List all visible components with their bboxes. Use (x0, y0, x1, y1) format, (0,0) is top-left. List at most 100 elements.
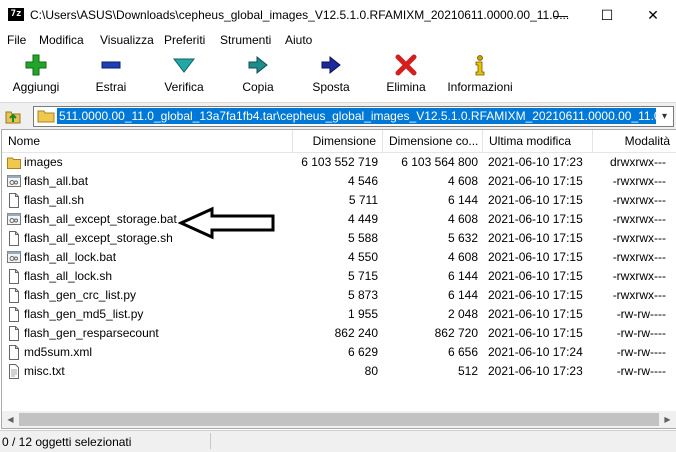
column-packed-size[interactable]: Dimensione co... (383, 130, 483, 152)
file-icon (9, 193, 19, 208)
move-label: Sposta (312, 80, 350, 94)
file-attributes: -rw-rw---- (616, 345, 666, 359)
table-row[interactable]: flash_all_lock.sh 5 715 6 144 2021-06-10 17… (2, 267, 666, 286)
horizontal-scrollbar[interactable]: ◀ ▶ (2, 411, 676, 428)
file-modified: 2021-06-10 17:23 (488, 155, 583, 169)
file-packed-size: 4 608 (447, 212, 478, 226)
file-packed-size: 6 144 (447, 193, 478, 207)
table-row[interactable]: flash_all.sh 5 711 6 144 2021-06-10 17:15 -r… (2, 191, 666, 210)
scroll-right-icon[interactable]: ▶ (659, 411, 676, 428)
file-name: md5sum.xml (24, 345, 93, 359)
file-packed-size: 5 632 (447, 231, 478, 245)
test-label: Verifica (164, 80, 204, 94)
menu-strumenti[interactable]: Strumenti (220, 33, 271, 47)
menu-preferiti[interactable]: Preferiti (164, 33, 205, 47)
copy-button[interactable]: Copia (225, 54, 291, 94)
path-dropdown-button[interactable]: ▾ (656, 106, 674, 127)
file-icon (9, 326, 19, 341)
table-row[interactable]: flash_all.bat 4 546 4 608 2021-06-10 17:15 -… (2, 172, 666, 191)
maximize-button[interactable]: ☐ (584, 0, 630, 31)
file-name: flash_all.bat (24, 174, 89, 188)
selection-status: 0 / 12 oggetti selezionati (2, 435, 132, 449)
file-name: flash_all_lock.sh (24, 269, 113, 283)
file-packed-size: 6 144 (447, 269, 478, 283)
table-row[interactable]: flash_all_except_storage.sh 5 588 5 632 202… (2, 229, 666, 248)
file-modified: 2021-06-10 17:15 (488, 307, 583, 321)
file-icon (9, 288, 19, 303)
table-row[interactable]: flash_all_except_storage.bat 4 449 4 608 20… (2, 210, 666, 229)
file-size: 1 955 (347, 307, 378, 321)
file-size: 6 103 552 719 (301, 155, 378, 169)
menu-file[interactable]: File (7, 33, 26, 47)
close-button[interactable]: ✕ (630, 0, 676, 31)
file-size: 4 550 (347, 250, 378, 264)
file-modified: 2021-06-10 17:15 (488, 288, 583, 302)
column-modified[interactable]: Ultima modifica (483, 130, 593, 152)
menu-visualizza[interactable]: Visualizza (100, 33, 154, 47)
table-row[interactable]: md5sum.xml 6 629 6 656 2021-06-10 17:24 -rw-… (2, 343, 666, 362)
7zip-app-icon: 7z (8, 8, 24, 21)
column-name[interactable]: Nome (2, 130, 293, 152)
up-folder-button[interactable] (4, 107, 22, 125)
test-icon (173, 58, 195, 73)
file-size: 4 449 (347, 212, 378, 226)
menu-aiuto[interactable]: Aiuto (285, 33, 312, 47)
add-label: Aggiungi (12, 80, 60, 94)
toolbar: Aggiungi Estrai Verifica Copia Sposta El… (0, 51, 676, 101)
file-modified: 2021-06-10 17:23 (488, 364, 583, 378)
column-size[interactable]: Dimensione (293, 130, 383, 152)
folder-icon (37, 110, 55, 123)
file-name: flash_gen_crc_list.py (24, 288, 137, 302)
table-row[interactable]: flash_all_lock.bat 4 550 4 608 2021-06-10 1… (2, 248, 666, 267)
file-packed-size: 4 608 (447, 174, 478, 188)
column-attributes[interactable]: Modalità (593, 130, 676, 152)
title-bar: 7z C:\Users\ASUS\Downloads\cepheus_globa… (0, 0, 676, 31)
text-file-icon (9, 364, 19, 379)
table-row[interactable]: images 6 103 552 719 6 103 564 800 2021-06-… (2, 153, 666, 172)
file-packed-size: 2 048 (447, 307, 478, 321)
file-modified: 2021-06-10 17:24 (488, 345, 583, 359)
file-icon (9, 231, 19, 246)
file-size: 5 715 (347, 269, 378, 283)
address-bar: 511.0000.00_11.0_global_13a7fa1fb4.tar\c… (0, 102, 676, 129)
file-size: 80 (364, 364, 378, 378)
delete-button[interactable]: Elimina (373, 54, 439, 94)
file-icon (9, 269, 19, 284)
extract-label: Estrai (95, 80, 127, 94)
table-row[interactable]: flash_gen_crc_list.py 5 873 6 144 2021-06-1… (2, 286, 666, 305)
file-packed-size: 6 656 (447, 345, 478, 359)
copy-label: Copia (242, 80, 274, 94)
scroll-left-icon[interactable]: ◀ (2, 411, 19, 428)
file-modified: 2021-06-10 17:15 (488, 174, 583, 188)
menu-modifica[interactable]: Modifica (39, 33, 84, 47)
minimize-button[interactable]: — (538, 0, 584, 31)
menu-bar: File Modifica Visualizza Preferiti Strum… (0, 31, 676, 51)
window-title: C:\Users\ASUS\Downloads\cepheus_global_i… (30, 8, 570, 22)
file-attributes: -rwxrwx--- (612, 174, 666, 188)
file-packed-size: 6 103 564 800 (401, 155, 478, 169)
file-size: 5 873 (347, 288, 378, 302)
scrollbar-thumb[interactable] (19, 413, 659, 426)
file-attributes: -rw-rw---- (616, 307, 666, 321)
file-attributes: -rwxrwx--- (612, 193, 666, 207)
test-button[interactable]: Verifica (151, 54, 217, 94)
file-name: flash_gen_md5_list.py (24, 307, 144, 321)
status-divider (210, 433, 211, 449)
file-size: 4 546 (347, 174, 378, 188)
file-packed-size: 6 144 (447, 288, 478, 302)
extract-button[interactable]: Estrai (78, 54, 144, 94)
info-button[interactable]: Informazioni (447, 54, 513, 94)
file-packed-size: 4 608 (447, 250, 478, 264)
file-modified: 2021-06-10 17:15 (488, 326, 583, 340)
table-row[interactable]: misc.txt 80 512 2021-06-10 17:23 -rw-rw---- (2, 362, 666, 381)
info-icon (475, 55, 485, 76)
delete-label: Elimina (386, 80, 426, 94)
move-button[interactable]: Sposta (298, 54, 364, 94)
add-button[interactable]: Aggiungi (3, 54, 69, 94)
file-attributes: drwxrwx--- (610, 155, 666, 169)
batch-file-icon (7, 175, 21, 187)
table-row[interactable]: flash_gen_md5_list.py 1 955 2 048 2021-06-1… (2, 305, 666, 324)
path-input[interactable]: 511.0000.00_11.0_global_13a7fa1fb4.tar\c… (33, 106, 657, 127)
table-row[interactable]: flash_gen_resparsecount 862 240 862 720 202… (2, 324, 666, 343)
list-header: Nome Dimensione Dimensione co... Ultima … (2, 130, 676, 153)
